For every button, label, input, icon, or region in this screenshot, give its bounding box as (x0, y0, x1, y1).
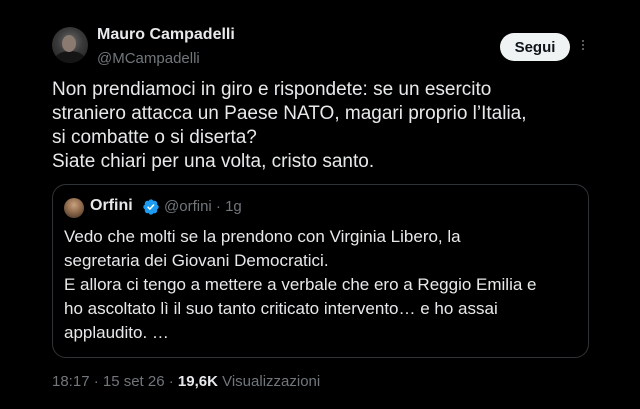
tweet-text: Non prendiamoci in giro e rispondete: se… (52, 79, 527, 172)
quoted-tweet[interactable]: Orfini @orfini · 1g Vedo che molti se la… (52, 184, 589, 358)
author-name[interactable]: Mauro Campadelli (97, 26, 235, 44)
tweet-meta: 18:17 · 15 set 26 · 19,6K Visualizzazion… (52, 373, 320, 390)
quoted-author-name[interactable]: Orfini (90, 197, 133, 215)
quoted-author-avatar[interactable] (64, 198, 84, 218)
quoted-tweet-text: Vedo che molti se la prendono con Virgin… (64, 227, 537, 342)
more-options-icon[interactable] (580, 40, 586, 54)
author-handle[interactable]: @MCampadelli (97, 50, 200, 67)
avatar-body (54, 51, 86, 63)
author-avatar[interactable] (52, 27, 88, 63)
verified-badge-icon (143, 199, 159, 215)
tweet: Mauro Campadelli @MCampadelli Segui Non … (0, 0, 640, 409)
follow-button[interactable]: Segui (500, 33, 570, 61)
quoted-author-handle-time[interactable]: @orfini · 1g (164, 198, 242, 215)
views-count: 19,6K (177, 373, 218, 390)
tweet-timestamp[interactable]: 18:17 · 15 set 26 · (52, 373, 178, 390)
avatar-face (62, 35, 76, 52)
views-label: Visualizzazioni (217, 373, 321, 390)
